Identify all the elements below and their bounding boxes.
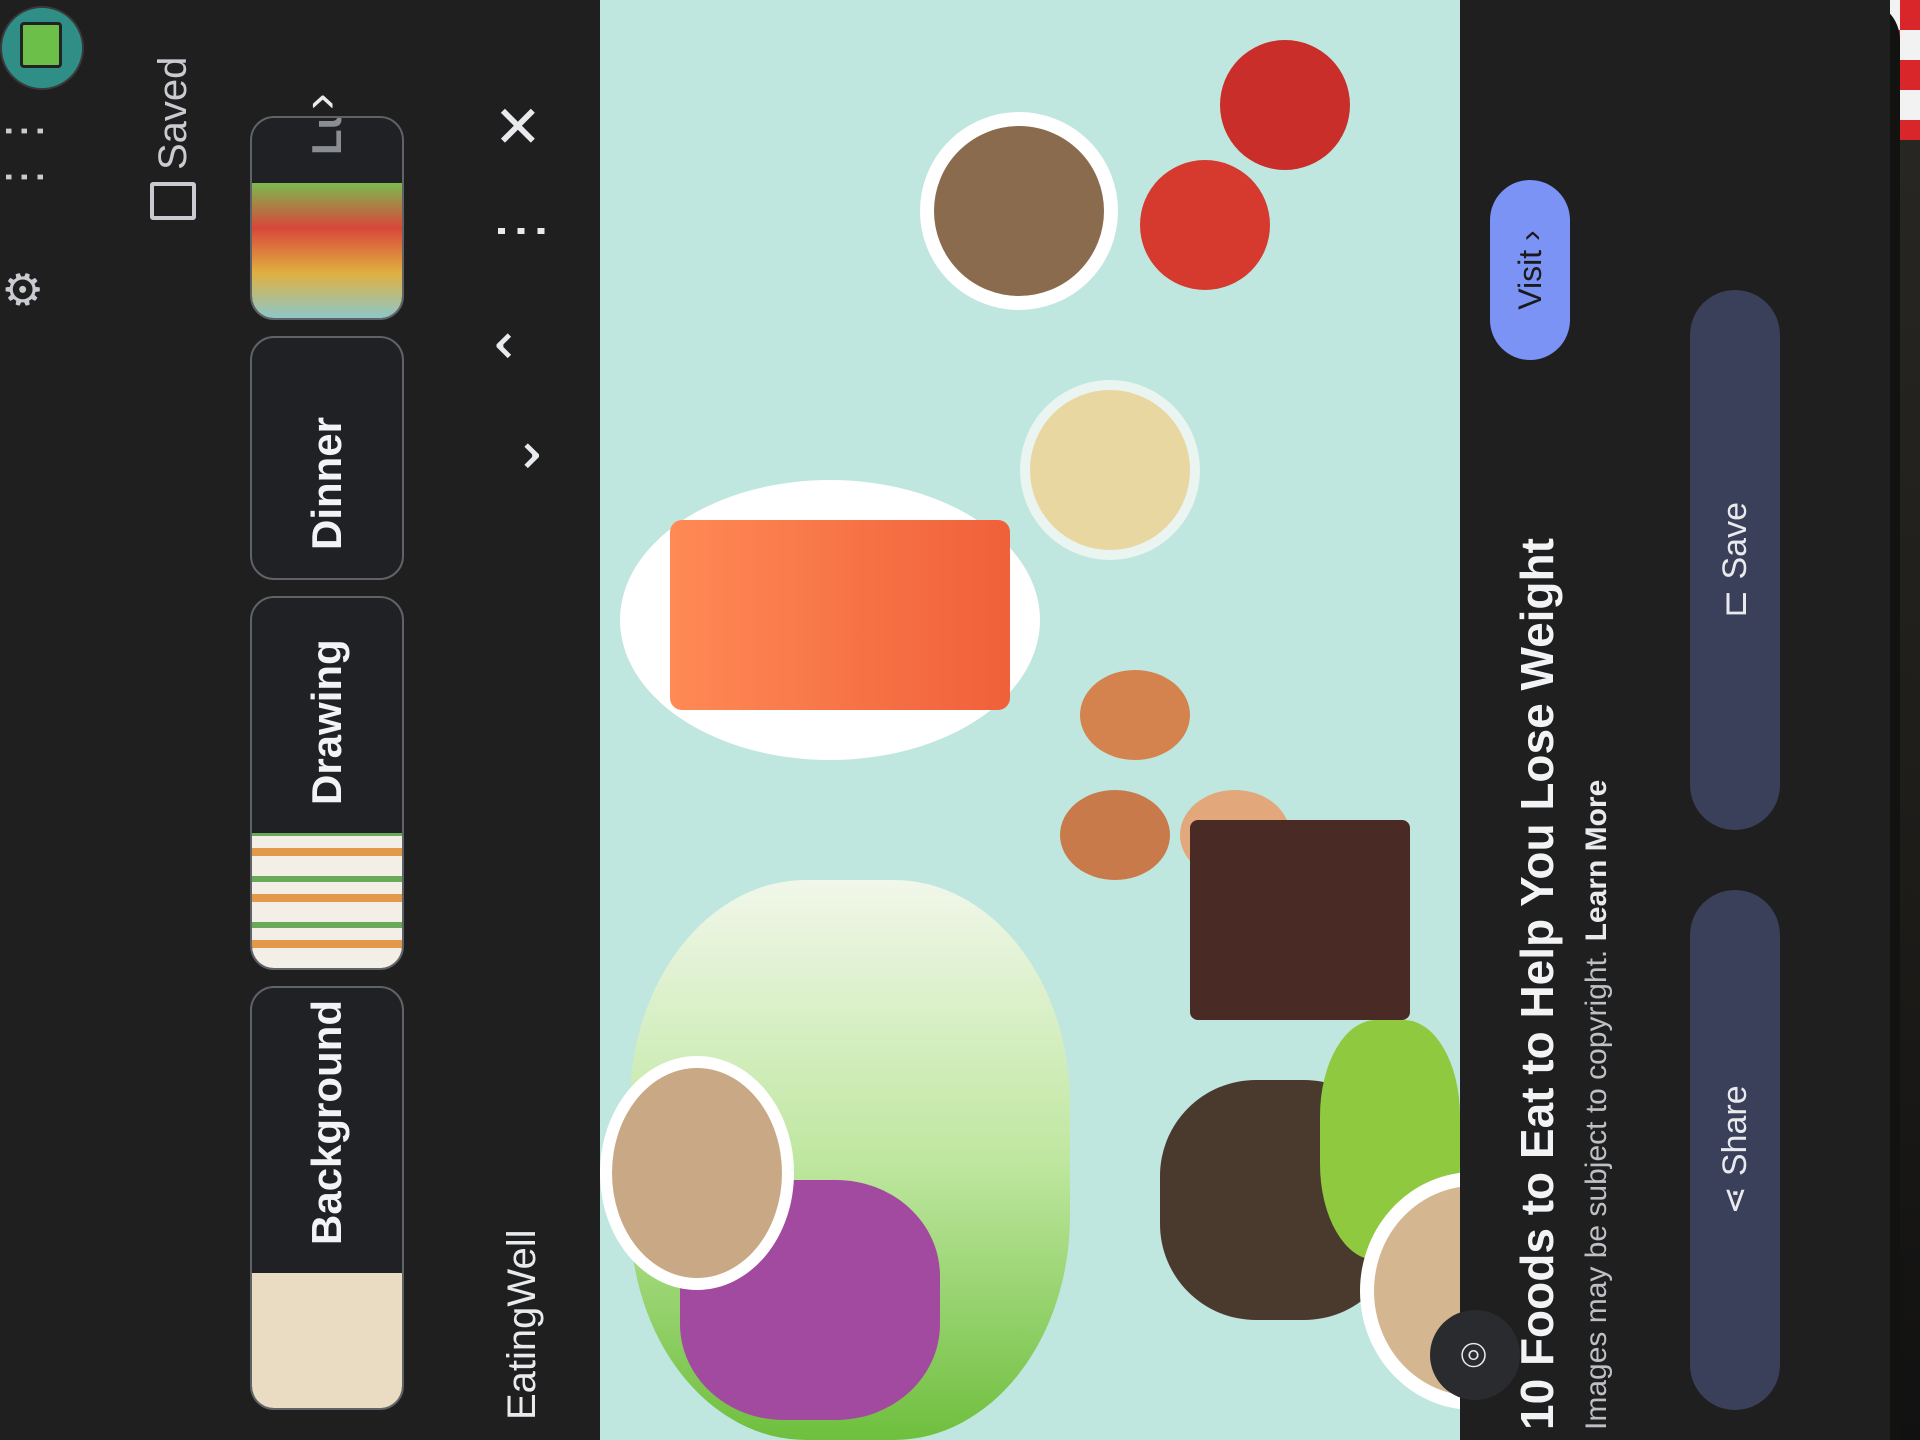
chocolate [1190, 820, 1410, 1020]
share-button[interactable]: ⋖ Share [1690, 890, 1780, 1410]
grain-bowl [920, 112, 1118, 310]
chip-label: Dinner [303, 416, 350, 550]
saved-label: Saved [150, 56, 195, 170]
source-row: EatingWell ⌄ ⌃ ⋮ ✕ [470, 0, 590, 1440]
chip-thumbnail [252, 183, 402, 318]
chip-drawing[interactable]: Drawing [250, 596, 404, 970]
main-image[interactable] [600, 0, 1460, 1440]
learn-more-link[interactable]: Learn More [1580, 780, 1613, 942]
result-title[interactable]: 10 Foods to Eat to Help You Lose Weight [1510, 538, 1564, 1430]
chevron-down-icon[interactable]: ⌄ [487, 431, 552, 480]
saved-button[interactable]: Saved [150, 57, 196, 220]
close-icon[interactable]: ✕ [487, 101, 552, 150]
visit-label: Visit [1511, 249, 1548, 310]
chip-dinner[interactable]: Dinner [250, 336, 404, 580]
share-label: Share [1715, 1085, 1754, 1177]
save-label: Save [1715, 502, 1754, 580]
saved-icon [150, 182, 196, 220]
chevron-up-icon[interactable]: ⌃ [487, 321, 552, 370]
phone-body: ⋮⋮ ⚙ Saved Background Drawing Dinner Lu [0, 0, 1900, 1440]
chip-background[interactable]: Background [250, 986, 404, 1410]
chip-label: Lu [303, 116, 350, 155]
source-name: EatingWell [500, 1229, 544, 1420]
share-icon: ⋖ [1716, 1186, 1754, 1215]
save-button[interactable]: ⊏ Save [1690, 290, 1780, 830]
result-info: ⌾ 10 Foods to Eat to Help You Lose Weigh… [1430, 0, 1890, 1440]
chip-label: Background [303, 999, 350, 1245]
top-bar: ⋮⋮ ⚙ Saved [0, 0, 230, 1440]
chip-thumbnail [252, 1273, 402, 1408]
egg-2 [1060, 790, 1170, 880]
more-options-icon[interactable]: ⋮ [487, 202, 552, 260]
chip-lunch[interactable]: Lu [250, 116, 404, 320]
phone-screen: ⋮⋮ ⚙ Saved Background Drawing Dinner Lu [0, 0, 1890, 1440]
salmon [670, 520, 1010, 710]
visit-button[interactable]: Visit › [1490, 180, 1570, 360]
apps-grid-icon[interactable]: ⋮⋮ [0, 108, 49, 200]
quinoa-bowl [600, 1056, 794, 1290]
apple [1140, 160, 1270, 290]
chip-label: Drawing [303, 639, 350, 805]
chevron-right-icon[interactable]: › [290, 93, 348, 110]
save-icon: ⊏ [1716, 589, 1754, 619]
chip-thumbnail [252, 833, 402, 968]
rice-bowl [1020, 380, 1200, 560]
copyright-notice: Images may be subject to copyright. Lear… [1580, 780, 1614, 1430]
egg [1080, 670, 1190, 760]
avatar[interactable] [0, 6, 84, 90]
lens-icon[interactable]: ⌾ [1430, 1310, 1520, 1400]
copyright-text: Images may be subject to copyright. [1580, 949, 1613, 1430]
settings-icon[interactable]: ⚙ [0, 269, 49, 310]
related-chips: Background Drawing Dinner Lu [250, 0, 430, 1440]
apple-2 [1220, 40, 1350, 170]
